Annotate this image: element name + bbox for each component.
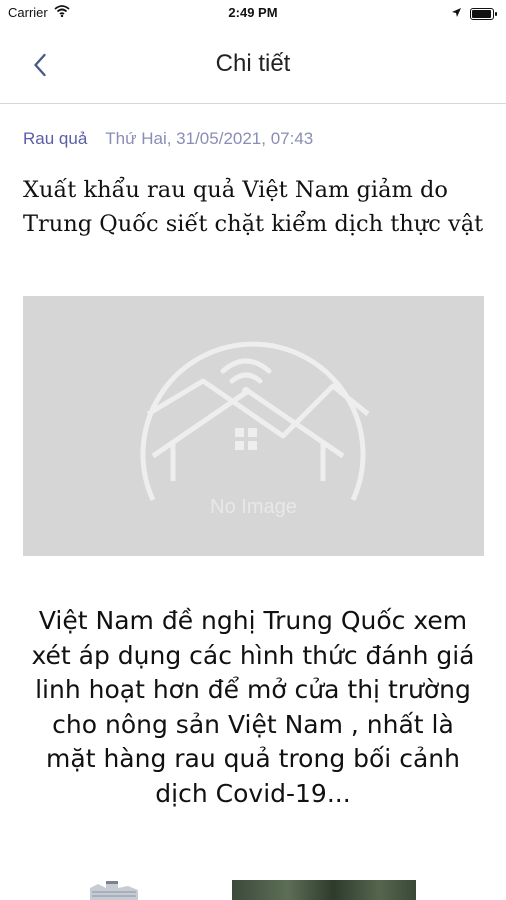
content-image-thumbnail bbox=[88, 878, 140, 900]
article-headline: Xuất khẩu rau quả Việt Nam giảm do Trung… bbox=[23, 177, 484, 237]
battery-level bbox=[472, 10, 491, 18]
status-time: 2:49 PM bbox=[228, 5, 278, 20]
status-bar: Carrier 2:49 PM bbox=[0, 0, 506, 26]
nav-bar: Chi tiết bbox=[0, 26, 506, 104]
status-right bbox=[451, 5, 497, 23]
content-image-photo bbox=[232, 880, 416, 900]
article-meta: Rau quả Thứ Hai, 31/05/2021, 07:43 bbox=[23, 129, 313, 149]
page-title: Chi tiết bbox=[215, 50, 291, 77]
article-image-placeholder: No Image bbox=[23, 296, 484, 556]
article-summary: Việt Nam đề nghị Trung Quốc xem xét áp d… bbox=[31, 606, 475, 808]
date-label: Thứ Hai, 31/05/2021, 07:43 bbox=[105, 129, 314, 148]
battery-icon bbox=[470, 8, 497, 20]
category-label[interactable]: Rau quả bbox=[23, 129, 87, 149]
location-arrow-icon bbox=[451, 5, 462, 23]
no-image-label: No Image bbox=[210, 496, 297, 518]
